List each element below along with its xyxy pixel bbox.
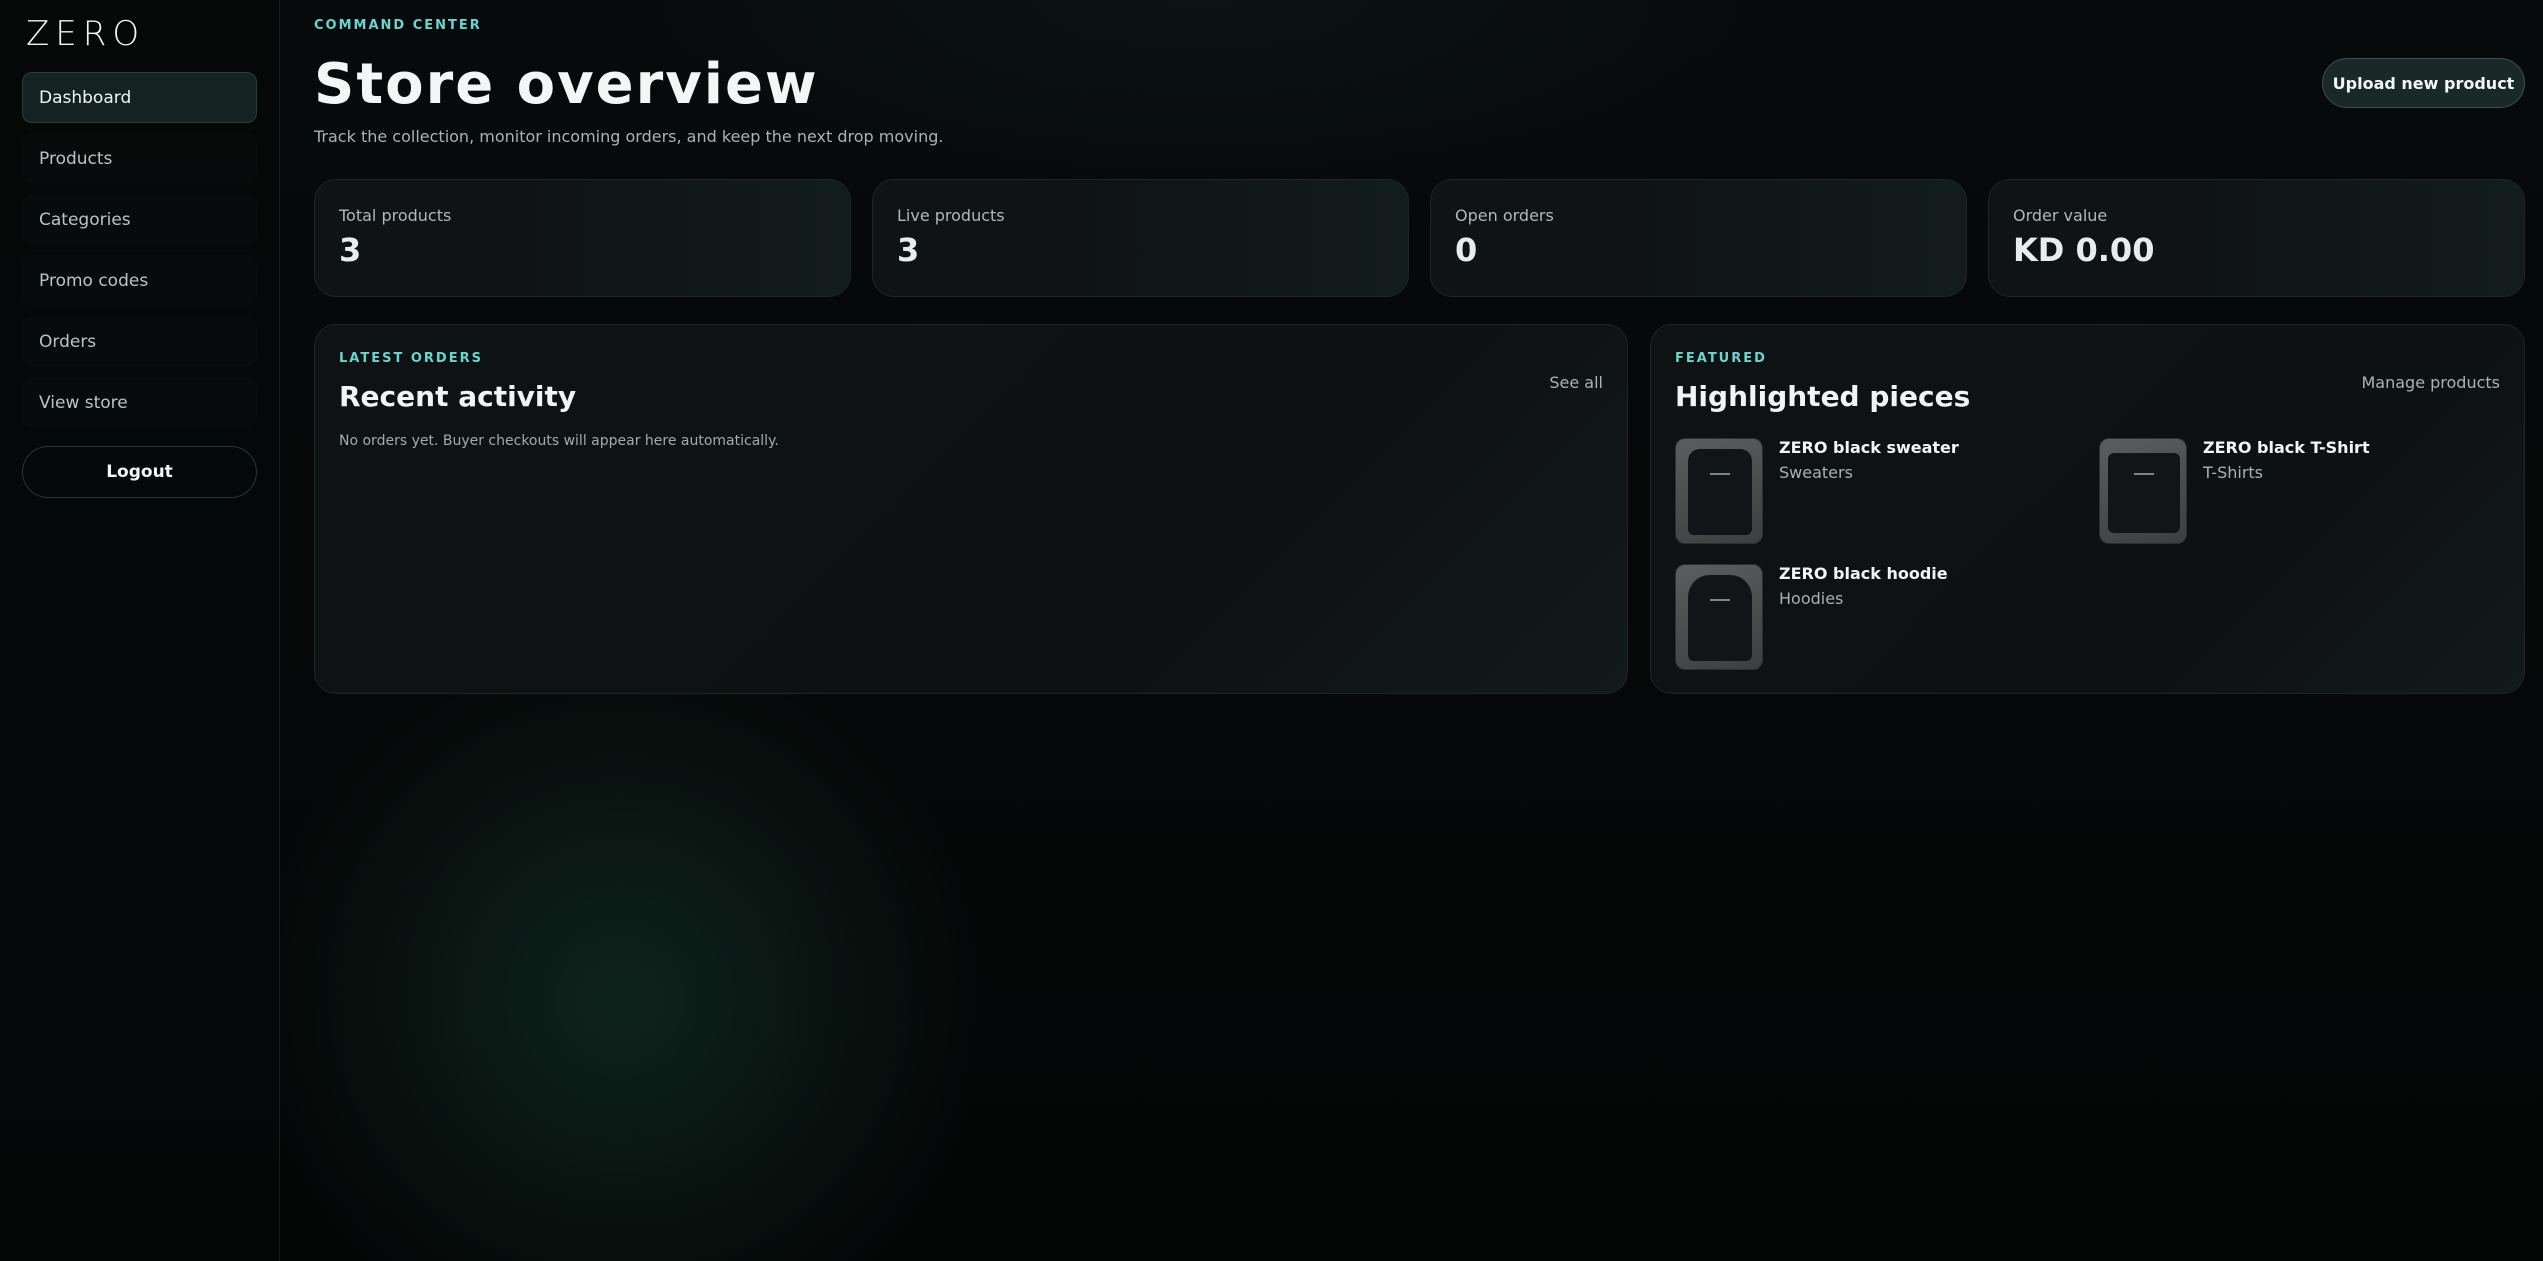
recent-activity-panel: LATEST ORDERS Recent activity See all No… [314,324,1628,694]
manage-products-link[interactable]: Manage products [2361,373,2500,392]
sidebar-item-promo-codes[interactable]: Promo codes [22,255,257,306]
sidebar-item-orders[interactable]: Orders [22,316,257,367]
highlighted-pieces-panel: FEATURED Highlighted pieces Manage produ… [1650,324,2525,694]
sweater-image [1675,438,1763,544]
featured-product-card[interactable]: ZERO black T-Shirt T-Shirts [2099,438,2499,544]
brand-logo[interactable]: ZERO [22,12,257,56]
featured-product-card[interactable]: ZERO black hoodie Hoodies [1675,564,2075,670]
stat-value: 0 [1455,231,1478,269]
sidebar-item-products[interactable]: Products [22,133,257,184]
stat-label: Order value [2013,206,2108,225]
see-all-link[interactable]: See all [1549,373,1603,392]
logout-button[interactable]: Logout [22,446,257,498]
stat-value: 3 [897,231,920,269]
stat-value: 3 [339,231,362,269]
product-category: Sweaters [1779,463,1853,482]
featured-product-card[interactable]: ZERO black sweater Sweaters [1675,438,2075,544]
upload-new-product-button[interactable]: Upload new product [2322,58,2525,108]
stat-card-live-products: Live products 3 [872,179,1409,297]
product-category: T-Shirts [2203,463,2264,482]
stat-label: Total products [339,206,452,225]
product-name: ZERO black hoodie [1779,564,1948,583]
sidebar-item-dashboard[interactable]: Dashboard [22,72,257,123]
tshirt-image [2099,438,2187,544]
stat-label: Live products [897,206,1005,225]
orders-empty-message: No orders yet. Buyer checkouts will appe… [339,433,779,449]
stat-card-open-orders: Open orders 0 [1430,179,1967,297]
page-title: Store overview [314,52,819,117]
featured-eyebrow: FEATURED [1675,351,1767,366]
stat-card-total-products: Total products 3 [314,179,851,297]
product-category: Hoodies [1779,589,1844,608]
page-eyebrow: COMMAND CENTER [314,18,482,33]
orders-panel-title: Recent activity [339,380,577,413]
sidebar-nav: Dashboard Products Categories Promo code… [22,72,257,428]
product-name: ZERO black T-Shirt [2203,438,2370,457]
stats-row: Total products 3 Live products 3 Open or… [314,179,2525,297]
sidebar-item-view-store[interactable]: View store [22,377,257,428]
stat-value: KD 0.00 [2013,231,2155,269]
hoodie-image [1675,564,1763,670]
stat-card-order-value: Order value KD 0.00 [1988,179,2525,297]
product-name: ZERO black sweater [1779,438,1959,457]
orders-eyebrow: LATEST ORDERS [339,351,483,366]
sidebar-item-categories[interactable]: Categories [22,194,257,245]
sidebar: ZERO Dashboard Products Categories Promo… [0,0,280,1261]
stat-label: Open orders [1455,206,1554,225]
page-subtitle: Track the collection, monitor incoming o… [314,127,944,146]
